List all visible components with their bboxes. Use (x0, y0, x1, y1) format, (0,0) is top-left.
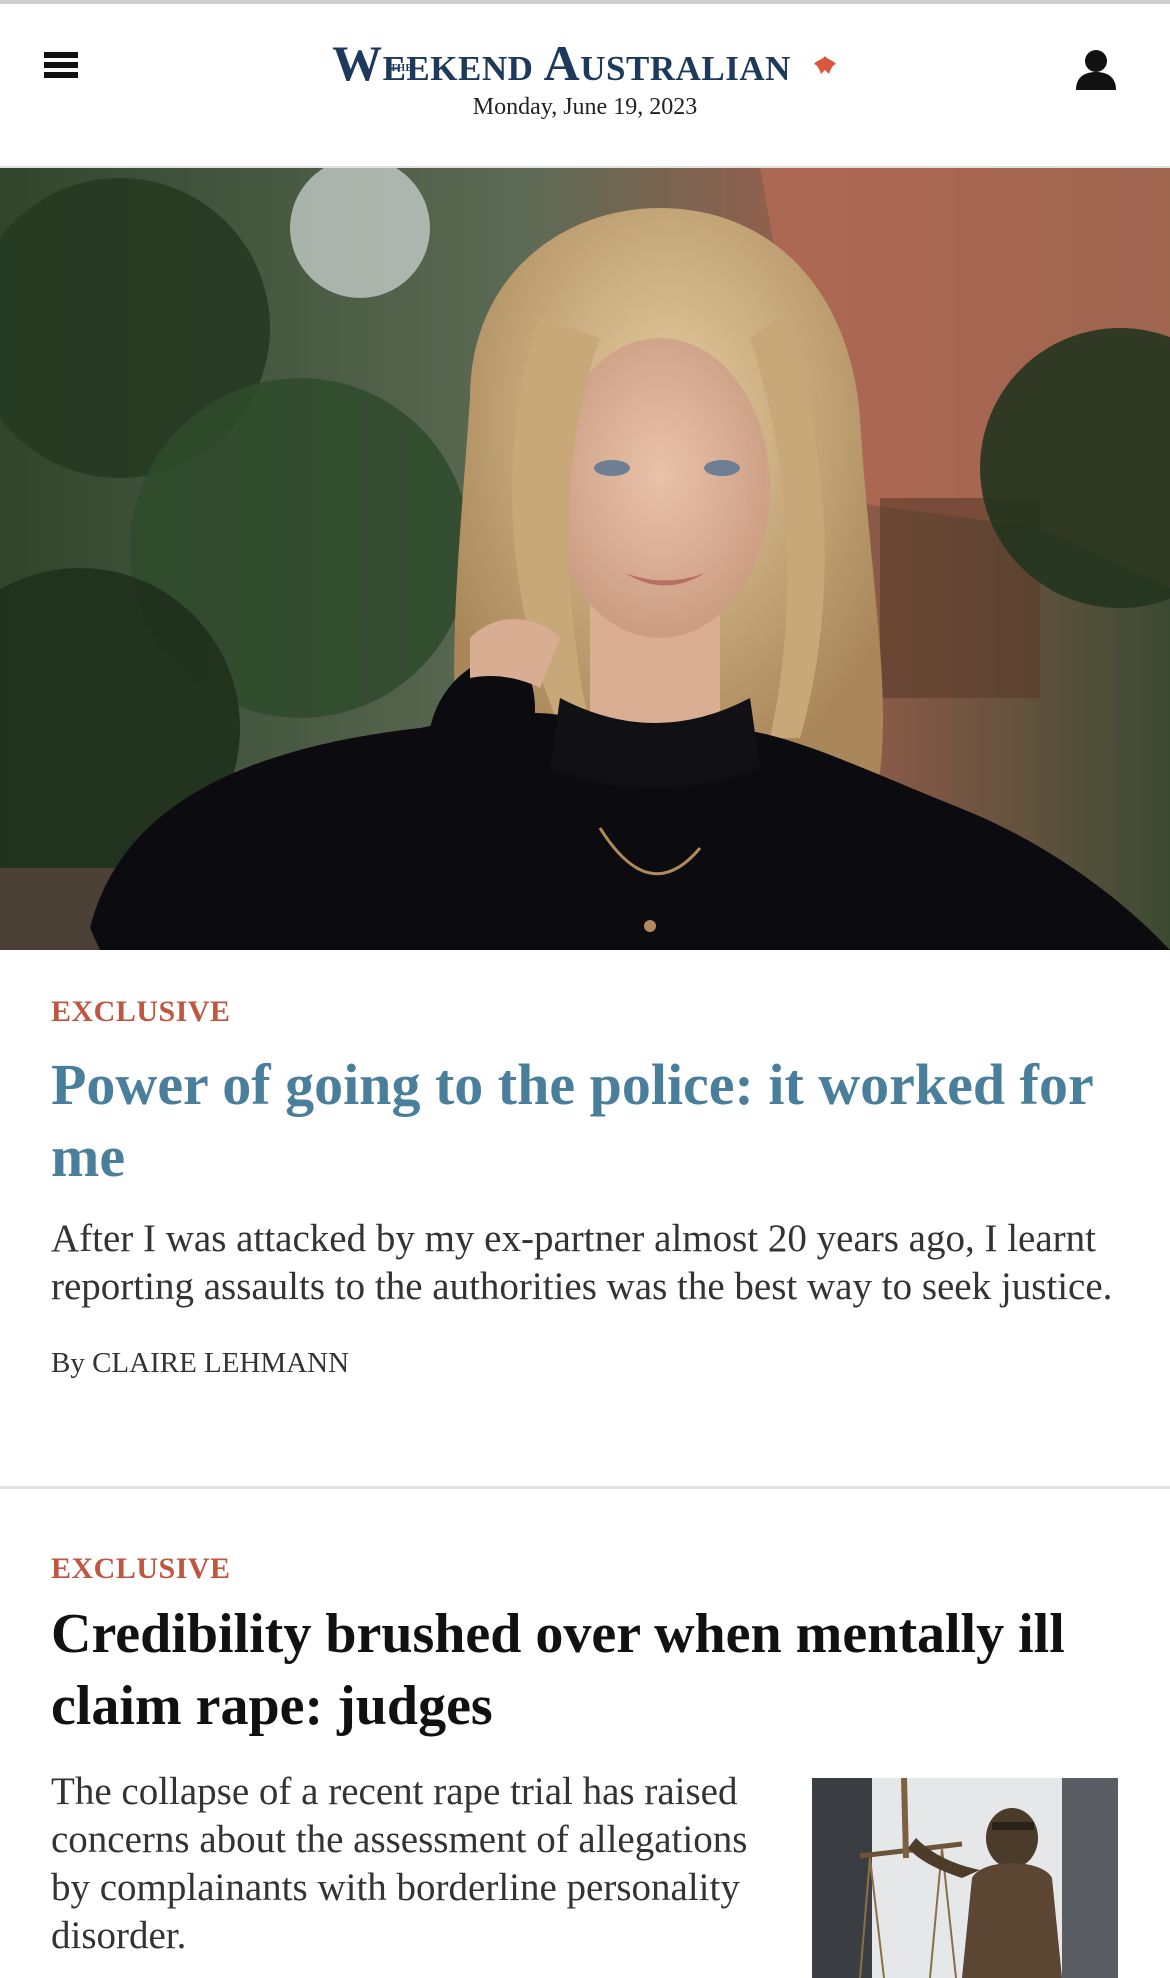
article-lead[interactable]: EXCLUSIVE Power of going to the police: … (51, 995, 1121, 1380)
site-logo[interactable]: THE Weekend Australian (332, 34, 838, 92)
article-divider (0, 1486, 1170, 1489)
hero-photo-portrait (0, 168, 1170, 950)
article-standfirst: After I was attacked by my ex-partner al… (51, 1217, 1113, 1308)
article-standfirst: The collapse of a recent rape trial has … (51, 1770, 748, 1957)
site-header: THE Weekend Australian Monday, June 19, … (0, 4, 1170, 168)
article-byline: By CLAIRE LEHMANN (51, 1347, 350, 1379)
masthead[interactable]: THE Weekend Australian Monday, June 19, … (0, 34, 1170, 121)
user-account-icon (1076, 50, 1116, 90)
hero-image[interactable] (0, 168, 1170, 950)
article-thumbnail[interactable] (812, 1778, 1118, 1978)
article-headline-link[interactable]: Credibility brushed over when mentally i… (51, 1598, 1121, 1742)
article-headline-link[interactable]: Power of going to the police: it worked … (51, 1049, 1121, 1193)
article-kicker: EXCLUSIVE (51, 995, 231, 1028)
article-kicker: EXCLUSIVE (51, 1552, 231, 1585)
flame-mark-icon (813, 55, 836, 74)
justice-statue-image (812, 1778, 1118, 1978)
logo-the: THE (390, 63, 413, 74)
header-date: Monday, June 19, 2023 (472, 94, 698, 120)
account-button[interactable] (1072, 46, 1128, 102)
